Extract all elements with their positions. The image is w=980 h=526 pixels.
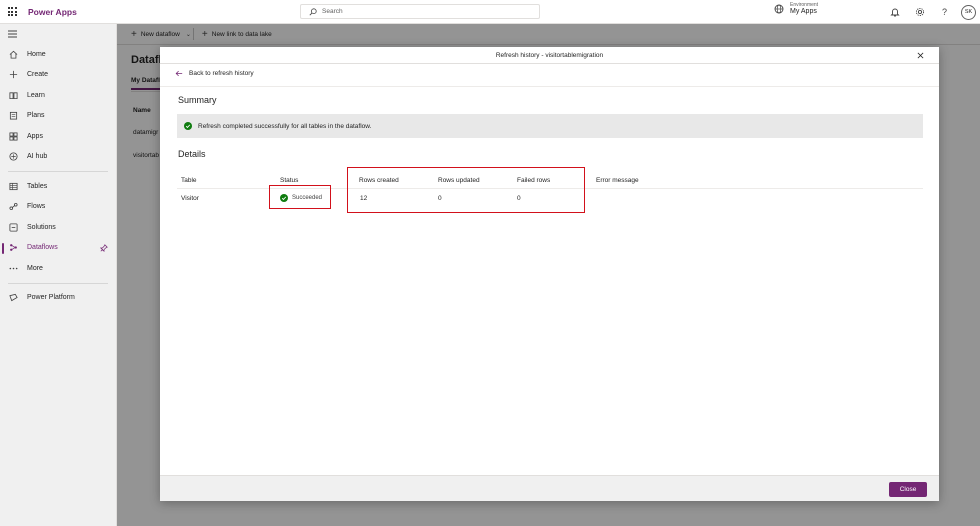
nav-item-label: Apps bbox=[27, 132, 43, 140]
dataflow-icon bbox=[8, 243, 18, 253]
search-input[interactable]: Search bbox=[300, 4, 540, 19]
app-launcher-icon[interactable] bbox=[0, 0, 24, 24]
nav-item-solutions[interactable]: Solutions bbox=[0, 217, 116, 238]
solutions-icon bbox=[8, 222, 18, 232]
pin-icon[interactable] bbox=[99, 243, 108, 254]
banner-text: Refresh completed successfully for all t… bbox=[198, 122, 372, 130]
nav-item-plans[interactable]: Plans bbox=[0, 106, 116, 127]
back-link-label: Back to refresh history bbox=[189, 70, 254, 77]
notifications-icon[interactable] bbox=[882, 0, 907, 24]
ai-hub-icon bbox=[8, 152, 18, 162]
nav-item-flows[interactable]: Flows bbox=[0, 197, 116, 218]
nav-item-tables[interactable]: Tables bbox=[0, 176, 116, 197]
ellipsis-icon bbox=[8, 263, 18, 273]
search-icon bbox=[309, 7, 317, 15]
home-icon bbox=[8, 49, 18, 59]
dialog-title: Refresh history - visitortablemigration bbox=[495, 51, 604, 59]
arrow-left-icon bbox=[175, 70, 183, 77]
nav-item-apps[interactable]: Apps bbox=[0, 126, 116, 147]
help-label: ? bbox=[941, 7, 947, 17]
environment-icon bbox=[774, 4, 784, 14]
nav-item-label: Plans bbox=[27, 112, 45, 120]
settings-gear-icon[interactable] bbox=[907, 0, 932, 24]
nav-item-ai-hub[interactable]: AI hub bbox=[0, 147, 116, 168]
nav-item-label: More bbox=[27, 264, 43, 272]
nav-item-power-platform[interactable]: Power Platform bbox=[0, 288, 116, 309]
nav-divider bbox=[8, 171, 108, 172]
dialog-header: Refresh history - visitortablemigration bbox=[160, 47, 939, 64]
success-check-icon bbox=[184, 122, 192, 130]
success-banner: Refresh completed successfully for all t… bbox=[177, 114, 923, 138]
status-highlight-box bbox=[269, 185, 331, 209]
nav-item-learn[interactable]: Learn bbox=[0, 85, 116, 106]
nav-item-home[interactable]: Home bbox=[0, 44, 116, 65]
nav-item-label: AI hub bbox=[27, 153, 48, 161]
summary-heading: Summary bbox=[178, 95, 217, 105]
plus-icon bbox=[8, 70, 18, 80]
details-heading: Details bbox=[178, 149, 206, 159]
environment-name: My Apps bbox=[790, 8, 817, 16]
cell-table: Visitor bbox=[181, 194, 199, 202]
nav-item-label: Learn bbox=[27, 91, 45, 99]
search-placeholder: Search bbox=[322, 8, 343, 15]
app-title[interactable]: Power Apps bbox=[28, 7, 77, 17]
nav-item-label: Flows bbox=[27, 203, 46, 211]
apps-icon bbox=[8, 131, 18, 141]
book-icon bbox=[8, 90, 18, 100]
close-button[interactable]: Close bbox=[889, 482, 927, 497]
avatar[interactable]: SK bbox=[961, 4, 976, 20]
column-header-error-message: Error message bbox=[596, 176, 639, 184]
flow-icon bbox=[8, 202, 18, 212]
nav-divider bbox=[8, 282, 108, 284]
close-icon[interactable] bbox=[915, 50, 925, 60]
nav-item-more[interactable]: More bbox=[0, 258, 116, 279]
dialog-divider bbox=[160, 86, 939, 87]
nav-item-label: Home bbox=[27, 50, 46, 58]
top-bar: Power Apps Search Environment My Apps ? … bbox=[0, 0, 980, 24]
environment-picker[interactable]: Environment My Apps bbox=[774, 2, 818, 16]
power-platform-icon bbox=[8, 293, 18, 303]
nav-item-label: Solutions bbox=[27, 223, 56, 231]
nav-item-label: Dataflows bbox=[27, 244, 58, 252]
column-header-table: Table bbox=[181, 176, 197, 184]
nav-item-label: Create bbox=[27, 71, 49, 79]
back-to-refresh-history-link[interactable]: Back to refresh history bbox=[175, 70, 254, 77]
nav-item-dataflows[interactable]: Dataflows bbox=[0, 238, 116, 259]
nav-item-label: Power Platform bbox=[27, 294, 75, 302]
hamburger-menu-icon[interactable] bbox=[0, 24, 116, 44]
clipboard-icon bbox=[8, 111, 18, 121]
help-icon[interactable]: ? bbox=[932, 0, 957, 24]
table-icon bbox=[8, 181, 18, 191]
nav-item-create[interactable]: Create bbox=[0, 65, 116, 86]
refresh-history-dialog: Refresh history - visitortablemigration … bbox=[160, 47, 939, 501]
row-counts-highlight-box bbox=[347, 167, 585, 213]
left-navigation: Home Create Learn Plans Apps AI hub Tabl… bbox=[0, 24, 117, 526]
dialog-footer: Close bbox=[160, 475, 939, 501]
nav-item-label: Tables bbox=[27, 182, 48, 190]
